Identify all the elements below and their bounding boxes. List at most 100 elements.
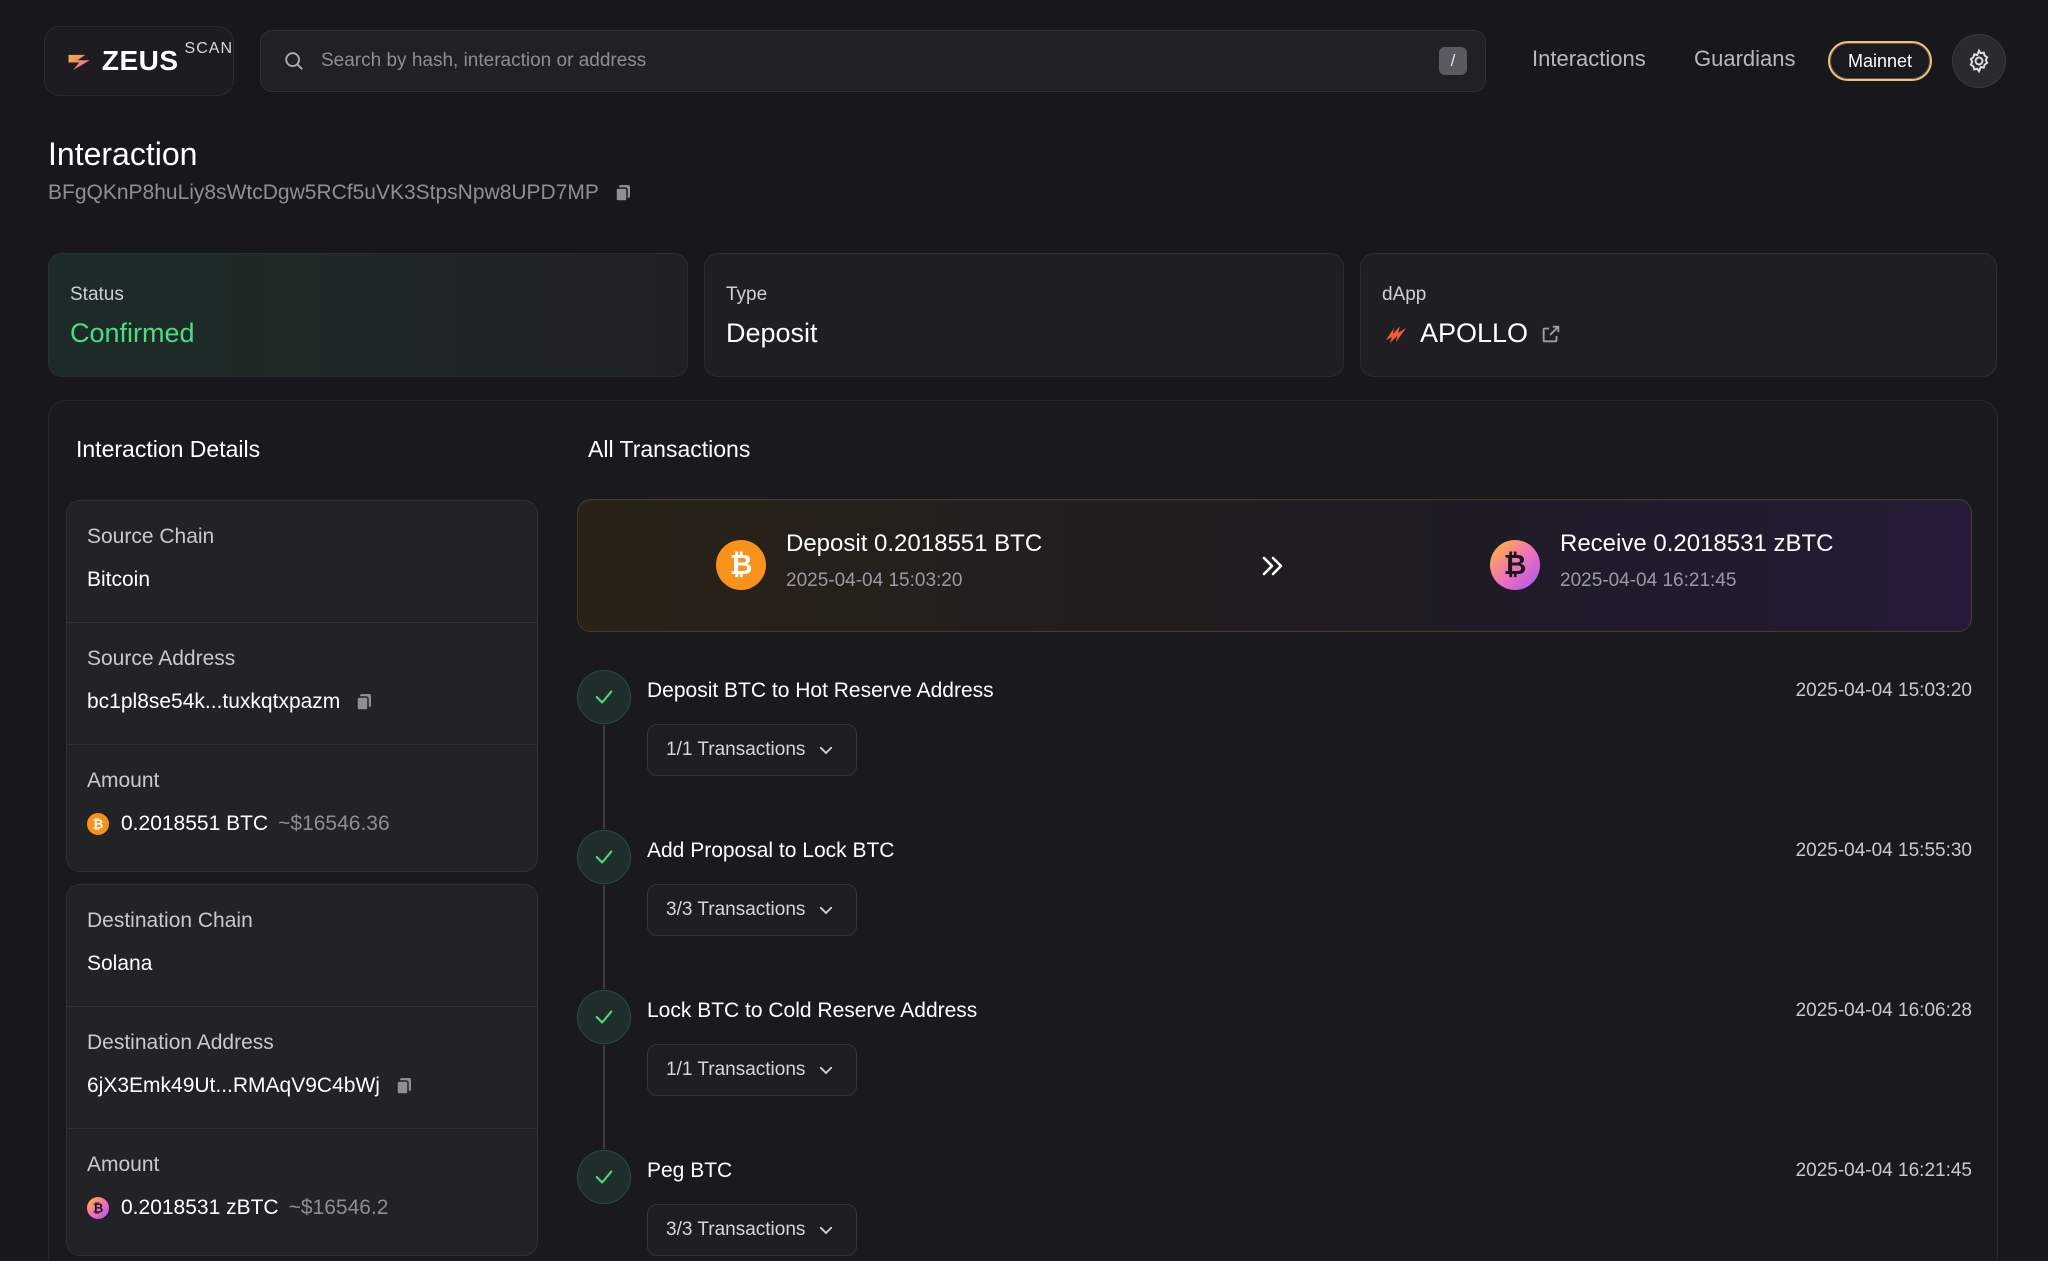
dapp-label: dApp — [1382, 284, 1427, 305]
all-transactions-title: All Transactions — [588, 436, 751, 462]
check-icon — [595, 850, 613, 864]
step-transactions-label: 1/1 Transactions — [666, 739, 806, 760]
svg-text:₿: ₿ — [730, 548, 753, 581]
search-input[interactable]: Search by hash, interaction or address / — [260, 30, 1486, 92]
copy-icon[interactable] — [613, 183, 633, 203]
page: ZEUS SCAN Search by hash, interaction or… — [0, 0, 2048, 1261]
dest-amount-label: Amount — [87, 1153, 160, 1176]
receive-summary: ₿ Receive 0.2018531 zBTC 2025-04-04 16:2… — [1490, 530, 1834, 592]
check-icon — [595, 690, 613, 704]
source-address-label: Source Address — [87, 647, 236, 670]
nav-interactions[interactable]: Interactions — [1532, 46, 1646, 72]
dapp-value-row[interactable]: APOLLO — [1382, 318, 1996, 349]
source-amount-label: Amount — [87, 769, 160, 792]
chevron-down-icon — [820, 1066, 833, 1075]
dapp-name: APOLLO — [1420, 318, 1529, 348]
source-address: Source Address bc1pl8se54k...tuxkqtxpazm — [67, 623, 537, 745]
source-amount-value: 0.2018551 BTC — [121, 812, 269, 835]
dest-amount: Amount ₿ 0.2018531 zBTC ~$16546.2 — [67, 1129, 537, 1251]
step-transactions-label: 1/1 Transactions — [666, 1059, 806, 1080]
step-transactions-toggle[interactable]: 1/1 Transactions — [647, 1044, 857, 1096]
dest-address-row: 6jX3Emk49Ut...RMAqV9C4bWj — [87, 1074, 537, 1098]
nav-guardians[interactable]: Guardians — [1694, 46, 1796, 72]
source-chain: Source Chain Bitcoin — [67, 501, 537, 623]
dest-chain: Destination Chain Solana — [67, 885, 537, 1007]
source-details: Source Chain Bitcoin Source Address bc1p… — [66, 500, 538, 872]
type-card: Type Deposit — [704, 253, 1344, 377]
logo-text: ZEUS — [101, 45, 179, 76]
interaction-details-title: Interaction Details — [76, 436, 261, 462]
search-placeholder: Search by hash, interaction or address — [321, 50, 647, 71]
copy-icon[interactable] — [354, 692, 374, 712]
search-shortcut-key: / — [1439, 47, 1467, 75]
chevron-down-icon — [820, 1226, 833, 1235]
hash-text: BFgQKnP8huLiy8sWtcDgw5RCf5uVK3StpsNpw8UP… — [48, 181, 599, 204]
check-icon — [595, 1010, 613, 1024]
step-transactions-label: 3/3 Transactions — [666, 1219, 806, 1240]
source-address-row: bc1pl8se54k...tuxkqtxpazm — [87, 690, 537, 714]
dest-chain-label: Destination Chain — [87, 909, 253, 932]
deposit-title: Deposit 0.2018551 BTC — [786, 530, 1043, 557]
zbtc-coin-icon: ₿ — [87, 1197, 109, 1219]
step-transactions-toggle[interactable]: 1/1 Transactions — [647, 724, 857, 776]
timeline-connector — [603, 885, 605, 989]
btc-coin-icon: ₿ — [716, 540, 766, 590]
deposit-time: 2025-04-04 15:03:20 — [786, 570, 963, 591]
step-transactions-toggle[interactable]: 3/3 Transactions — [647, 1204, 857, 1256]
dest-amount-usd: ~$16546.2 — [288, 1196, 389, 1219]
apollo-icon — [1386, 325, 1406, 343]
chevron-down-icon — [820, 906, 833, 915]
source-amount-row: ₿ 0.2018551 BTC ~$16546.36 — [87, 812, 537, 836]
status-value: Confirmed — [70, 318, 195, 348]
source-chain-value: Bitcoin — [87, 568, 151, 591]
zbtc-coin-icon: ₿ — [1490, 540, 1540, 590]
dapp-card: dApp APOLLO — [1360, 253, 1997, 377]
step-transactions-toggle[interactable]: 3/3 Transactions — [647, 884, 857, 936]
step-title: Peg BTC — [647, 1159, 733, 1182]
step-check — [577, 990, 631, 1044]
dest-address: Destination Address 6jX3Emk49Ut...RMAqV9… — [67, 1007, 537, 1129]
source-amount: Amount ₿ 0.2018551 BTC ~$16546.36 — [67, 745, 537, 867]
copy-icon[interactable] — [394, 1076, 414, 1096]
external-link-icon[interactable] — [1540, 323, 1562, 345]
svg-text:₿: ₿ — [1504, 548, 1527, 581]
check-icon — [595, 1170, 613, 1184]
step-title: Deposit BTC to Hot Reserve Address — [647, 679, 994, 702]
svg-text:₿: ₿ — [93, 1202, 104, 1217]
transaction-summary-banner: ₿ Deposit 0.2018551 BTC 2025-04-04 15:03… — [577, 499, 1972, 632]
step-time: 2025-04-04 15:03:20 — [1795, 680, 1972, 701]
source-amount-usd: ~$16546.36 — [278, 812, 390, 835]
destination-details: Destination Chain Solana Destination Add… — [66, 884, 538, 1256]
settings-button[interactable] — [1952, 34, 2006, 88]
source-address-value[interactable]: bc1pl8se54k...tuxkqtxpazm — [87, 690, 340, 714]
step-transactions-label: 3/3 Transactions — [666, 899, 806, 920]
receive-title: Receive 0.2018531 zBTC — [1560, 530, 1834, 557]
timeline-connector — [603, 725, 605, 829]
double-chevron-right-icon — [1262, 556, 1283, 576]
step-check — [577, 830, 631, 884]
logo-sup: SCAN — [184, 40, 233, 57]
type-label: Type — [726, 284, 768, 305]
dest-chain-value: Solana — [87, 952, 153, 975]
step-title: Add Proposal to Lock BTC — [647, 839, 895, 862]
zeus-logo-icon — [68, 54, 90, 71]
step-time: 2025-04-04 15:55:30 — [1795, 840, 1972, 861]
source-chain-label: Source Chain — [87, 525, 215, 548]
type-value: Deposit — [726, 318, 818, 348]
logo[interactable]: ZEUS SCAN — [44, 26, 234, 96]
step-title: Lock BTC to Cold Reserve Address — [647, 999, 978, 1022]
dest-address-value[interactable]: 6jX3Emk49Ut...RMAqV9C4bWj — [87, 1074, 380, 1098]
timeline-connector — [603, 1045, 605, 1149]
page-title: Interaction — [48, 136, 198, 172]
interaction-hash: BFgQKnP8huLiy8sWtcDgw5RCf5uVK3StpsNpw8UP… — [48, 181, 633, 205]
network-selector[interactable]: Mainnet — [1828, 41, 1932, 81]
btc-coin-icon: ₿ — [87, 813, 109, 835]
status-label: Status — [70, 284, 124, 305]
deposit-summary: ₿ Deposit 0.2018551 BTC 2025-04-04 15:03… — [716, 530, 1042, 592]
svg-text:₿: ₿ — [93, 818, 104, 833]
search-icon — [285, 52, 303, 70]
step-time: 2025-04-04 16:21:45 — [1795, 1160, 1972, 1181]
receive-time: 2025-04-04 16:21:45 — [1560, 570, 1737, 591]
gear-icon — [1969, 48, 1989, 74]
dest-amount-value: 0.2018531 zBTC — [121, 1196, 279, 1219]
